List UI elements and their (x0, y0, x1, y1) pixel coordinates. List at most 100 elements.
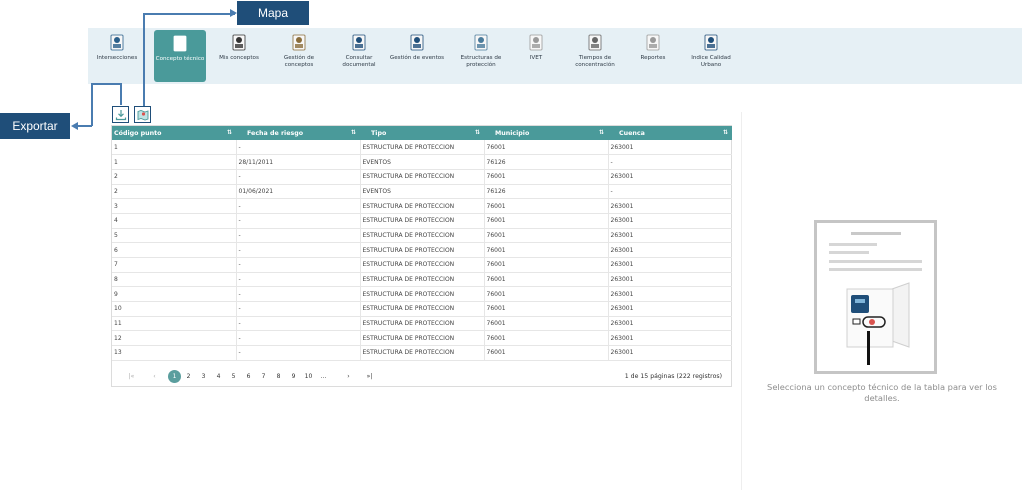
nav-item-label: Intersecciones (96, 55, 138, 61)
table-row[interactable]: 1 28/11/2011 EVENTOS 76126- (112, 154, 732, 170)
page-button[interactable]: 2 (181, 370, 196, 383)
table-cell: - (236, 140, 361, 156)
table-cell: 76001 (484, 213, 609, 229)
table-row[interactable]: 6- ESTRUCTURA DE PROTECCION 76001 263001 (112, 242, 732, 258)
table-cell: 263001 (608, 286, 732, 303)
table-row[interactable]: 5- ESTRUCTURA DE PROTECCION 76001 263001 (112, 228, 732, 244)
table-cell: 263001 (608, 316, 732, 332)
map-button[interactable] (134, 106, 151, 123)
last-page-button[interactable]: »| (362, 370, 377, 383)
nav-item-3[interactable]: Gestión de conceptos (272, 28, 326, 84)
table-cell: 76001 (484, 330, 609, 347)
exportar-connector-horizontal (91, 83, 121, 85)
empty-state-message: Selecciona un concepto técnico de la tab… (767, 382, 997, 403)
table-cell: 8 (112, 272, 237, 288)
table-row[interactable]: 11- ESTRUCTURA DE PROTECCION 76001 263001 (112, 316, 732, 332)
table-cell: 76001 (484, 198, 609, 214)
nav-item-label: IVET (529, 55, 543, 61)
page-button[interactable]: 10 (301, 370, 316, 383)
column-header-cuenca[interactable]: Cuenca ⇅ (608, 126, 732, 140)
empty-state-illustration (814, 220, 937, 374)
nav-item-label: Reportes (640, 55, 666, 61)
table-row[interactable]: 12- ESTRUCTURA DE PROTECCION 76001 263001 (112, 330, 732, 347)
export-button[interactable] (112, 106, 129, 123)
first-page-button[interactable]: |« (124, 370, 139, 383)
nav-item-label: Indice Calidad Urbano (691, 55, 731, 68)
table-row[interactable]: 9- ESTRUCTURA DE PROTECCION 76001 263001 (112, 286, 732, 303)
table-row[interactable]: 7- ESTRUCTURA DE PROTECCION 76001 263001 (112, 257, 732, 273)
document-management-icon (292, 34, 306, 51)
table-cell: ESTRUCTURA DE PROTECCION (360, 286, 485, 303)
table-cell: 263001 (608, 330, 732, 347)
nav-item-1[interactable]: Concepto técnico (154, 30, 206, 82)
page-numbers: 1 2 3 4 5 6 7 8 9 10 (168, 369, 316, 383)
table-cell: 263001 (608, 140, 732, 156)
nav-item-10[interactable]: Indice Calidad Urbano (682, 28, 740, 84)
table-cell: ESTRUCTURA DE PROTECCION (360, 140, 485, 156)
nav-item-2[interactable]: Mis conceptos (213, 28, 265, 84)
table-cell: 76126 (484, 184, 609, 200)
table-cell: 76126 (484, 154, 609, 170)
page-button[interactable]: 7 (256, 370, 271, 383)
table-cell: 263001 (608, 213, 732, 229)
nav-item-5[interactable]: Gestión de eventos (386, 28, 448, 84)
table-cell: ESTRUCTURA DE PROTECCION (360, 301, 485, 317)
table-cell: ESTRUCTURA DE PROTECCION (360, 345, 485, 361)
page-button[interactable]: 4 (211, 370, 226, 383)
page-button[interactable]: 3 (196, 370, 211, 383)
table-row[interactable]: 3- ESTRUCTURA DE PROTECCION 76001 263001 (112, 198, 732, 214)
filter-icon[interactable]: ⇅ (475, 129, 480, 136)
table-cell: 263001 (608, 301, 732, 317)
page-button[interactable]: 6 (241, 370, 256, 383)
table-cell: ESTRUCTURA DE PROTECCION (360, 272, 485, 288)
table-cell: - (236, 169, 361, 185)
table-cell: ESTRUCTURA DE PROTECCION (360, 213, 485, 229)
column-header-fecha[interactable]: Fecha de riesgo ⇅ (236, 126, 360, 140)
table-row[interactable]: 10- ESTRUCTURA DE PROTECCION 76001 263001 (112, 301, 732, 317)
nav-item-4[interactable]: Consultar documental (332, 28, 386, 84)
table-cell: 263001 (608, 242, 732, 258)
filter-icon[interactable]: ⇅ (227, 129, 232, 136)
table-row[interactable]: 4- ESTRUCTURA DE PROTECCION 76001 263001 (112, 213, 732, 229)
page-button[interactable]: 9 (286, 370, 301, 383)
table-cell: - (236, 345, 361, 361)
nav-item-label: Tiempos de concentración (575, 55, 615, 68)
nav-item-8[interactable]: Tiempos de concentración (566, 28, 624, 84)
column-header-codigo[interactable]: Código punto ⇅ (112, 126, 236, 140)
table-row[interactable]: 13- ESTRUCTURA DE PROTECCION 76001 263001 (112, 345, 732, 361)
column-header-tipo[interactable]: Tipo ⇅ (360, 126, 484, 140)
table-cell: EVENTOS (360, 184, 485, 200)
pagination-ellipsis: ... (320, 372, 327, 380)
column-header-municipio[interactable]: Municipio ⇅ (484, 126, 608, 140)
next-page-button[interactable]: › (341, 370, 356, 383)
nav-item-7[interactable]: IVET (518, 28, 554, 84)
table-cell: ESTRUCTURA DE PROTECCION (360, 198, 485, 214)
table-cell: 7 (112, 257, 237, 273)
nav-item-0[interactable]: Intersecciones (88, 28, 146, 84)
page-button[interactable]: 8 (271, 370, 286, 383)
top-navigation: Intersecciones Concepto técnico Mis concep… (88, 28, 1022, 84)
table-cell: 5 (112, 228, 237, 244)
table-row[interactable]: 2 01/06/2021 EVENTOS 76126- (112, 184, 732, 200)
page-button[interactable]: 1 (168, 369, 181, 383)
table-cell: 263001 (608, 272, 732, 288)
nav-item-6[interactable]: Estructuras de protección (450, 28, 512, 84)
prev-page-button[interactable]: ‹ (147, 370, 162, 383)
table-row[interactable]: 2- ESTRUCTURA DE PROTECCION 76001 263001 (112, 169, 732, 185)
table-row[interactable]: 1- ESTRUCTURA DE PROTECCION 76001 263001 (112, 140, 732, 156)
filter-icon[interactable]: ⇅ (723, 129, 728, 136)
table-cell: - (236, 257, 361, 273)
filter-icon[interactable]: ⇅ (599, 129, 604, 136)
exportar-connector-bottom (78, 125, 92, 127)
filter-icon[interactable]: ⇅ (351, 129, 356, 136)
table-cell: 263001 (608, 228, 732, 244)
nav-item-9[interactable]: Reportes (631, 28, 675, 84)
ivet-document-icon (529, 34, 543, 51)
table-row[interactable]: 8- ESTRUCTURA DE PROTECCION 76001 263001 (112, 272, 732, 288)
table-cell: 76001 (484, 301, 609, 317)
nav-item-label: Mis conceptos (219, 55, 259, 61)
people-icon (232, 34, 246, 51)
mapa-connector-vertical (143, 13, 145, 106)
page-button[interactable]: 5 (226, 370, 241, 383)
table-cell: 76001 (484, 140, 609, 156)
